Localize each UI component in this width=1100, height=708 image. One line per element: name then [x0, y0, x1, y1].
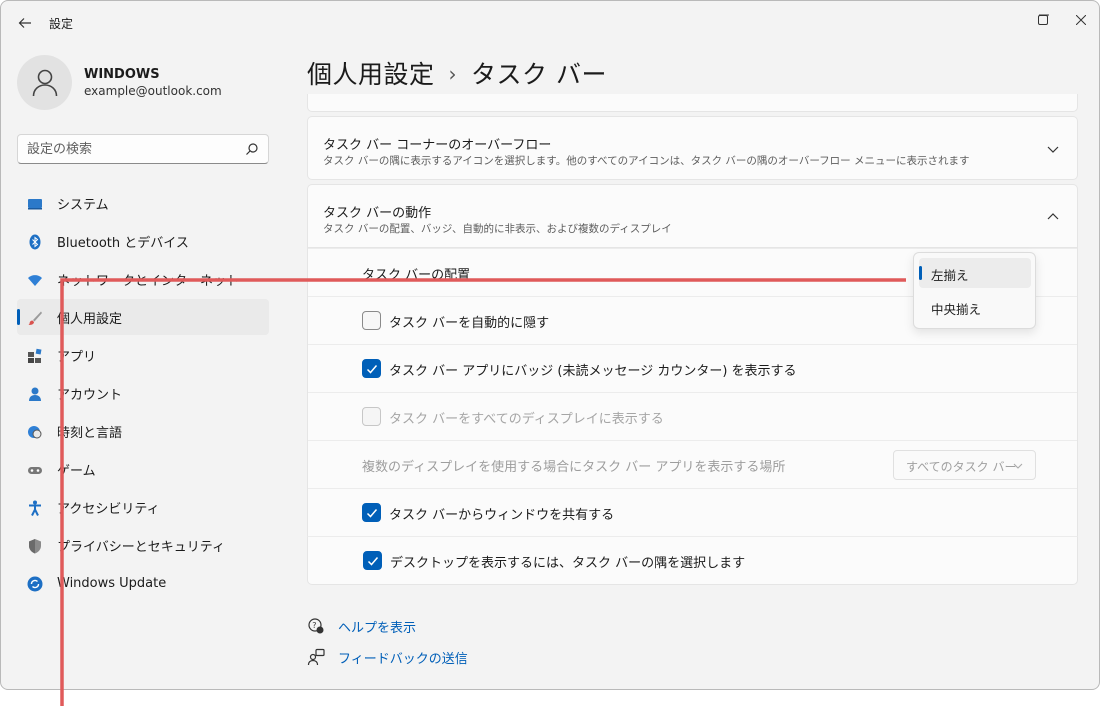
badges-row: タスク バー アプリにバッジ (未読メッセージ カウンター) を表示する	[307, 344, 1078, 392]
alignment-option-label: 左揃え	[931, 268, 969, 283]
card-border-left	[307, 248, 308, 536]
show-desktop-row: デスクトップを表示するには、タスク バーの隅を選択します	[307, 536, 1078, 585]
windows-update-icon	[27, 576, 43, 592]
badges-checkbox[interactable]	[362, 359, 381, 378]
help-link-text[interactable]: ヘルプを表示	[338, 617, 416, 636]
checkmark-icon	[367, 557, 379, 566]
checkmark-icon	[366, 509, 378, 518]
checkmark-icon	[366, 365, 378, 374]
search-box[interactable]	[17, 134, 269, 164]
settings-window: 設定 WINDOWS example@outlook.com システム	[0, 0, 1100, 690]
feedback-link[interactable]: フィードバックの送信	[307, 646, 468, 668]
system-icon	[28, 199, 42, 210]
feedback-link-text[interactable]: フィードバックの送信	[338, 648, 468, 667]
title-bar: 設定	[1, 1, 1099, 45]
sidebar-item-label: Bluetooth とデバイス	[57, 235, 189, 251]
overflow-card[interactable]: タスク バー コーナーのオーバーフロー タスク バーの隅に表示するアイコンを選択…	[307, 116, 1078, 180]
sidebar-item-label: アプリ	[57, 349, 97, 365]
search-icon[interactable]	[245, 142, 259, 156]
all-displays-checkbox	[362, 407, 381, 426]
sidebar-item-apps[interactable]: アプリ	[17, 337, 269, 373]
chevron-down-icon[interactable]	[1047, 143, 1059, 155]
time-language-icon	[28, 426, 42, 439]
behavior-card[interactable]: タスク バーの動作 タスク バーの配置、バッジ、自動的に非表示、および複数のディ…	[307, 184, 1078, 248]
alignment-option-center[interactable]: 中央揃え	[919, 292, 1031, 322]
sidebar-item-label: システム	[57, 197, 109, 213]
close-icon[interactable]	[1075, 10, 1087, 29]
alignment-label: タスク バーの配置	[362, 268, 471, 283]
badges-label: タスク バー アプリにバッジ (未読メッセージ カウンター) を表示する	[389, 364, 797, 379]
sidebar-item-label: アクセシビリティ	[57, 501, 160, 517]
sidebar-nav: システム Bluetooth とデバイス ネットワークとインターネット 個人用設…	[17, 185, 269, 603]
breadcrumb-parent[interactable]: 個人用設定	[307, 60, 435, 89]
accessibility-icon	[29, 500, 41, 516]
page-title: タスク バー	[471, 60, 607, 89]
sidebar-item-account[interactable]: アカウント	[17, 375, 269, 411]
feedback-icon	[307, 648, 325, 666]
sidebar-item-label: ネットワークとインターネット	[57, 273, 240, 289]
behavior-card-desc: タスク バーの配置、バッジ、自動的に非表示、および複数のディスプレイ	[323, 223, 672, 235]
share-window-checkbox[interactable]	[362, 503, 381, 522]
chevron-down-icon	[1013, 463, 1023, 469]
alignment-dropdown-popup: 左揃え 中央揃え	[913, 252, 1036, 329]
alignment-option-left[interactable]: 左揃え	[919, 258, 1031, 288]
sidebar-item-label: 個人用設定	[57, 311, 123, 327]
avatar[interactable]	[17, 55, 72, 110]
help-icon: ?	[308, 618, 324, 634]
behavior-card-title: タスク バーの動作	[323, 206, 432, 221]
search-input[interactable]	[18, 135, 228, 163]
share-window-label: タスク バーからウィンドウを共有する	[389, 508, 615, 523]
user-name: WINDOWS	[84, 67, 160, 82]
alignment-option-label: 中央揃え	[931, 302, 982, 317]
sidebar-item-personalization[interactable]: 個人用設定	[17, 299, 269, 335]
apps-icon	[28, 348, 42, 363]
maximize-icon[interactable]	[1038, 10, 1048, 29]
breadcrumb: 個人用設定 › タスク バー	[307, 55, 607, 91]
privacy-icon	[29, 539, 41, 554]
multi-display-value: すべてのタスク バー	[906, 460, 1017, 474]
previous-card	[307, 94, 1078, 112]
autohide-checkbox[interactable]	[362, 311, 381, 330]
overflow-card-desc: タスク バーの隅に表示するアイコンを選択します。他のすべてのアイコンは、タスク …	[323, 155, 970, 167]
back-arrow-icon	[18, 18, 31, 28]
sidebar-item-gaming[interactable]: ゲーム	[17, 451, 269, 487]
svg-text:?: ?	[312, 621, 316, 630]
sidebar-item-label: プライバシーとセキュリティ	[57, 539, 225, 555]
sidebar-item-bluetooth[interactable]: Bluetooth とデバイス	[17, 223, 269, 259]
sidebar-item-windows-update[interactable]: Windows Update	[17, 565, 269, 601]
all-displays-row: タスク バーをすべてのディスプレイに表示する	[307, 392, 1078, 440]
sidebar-item-accessibility[interactable]: アクセシビリティ	[17, 489, 269, 525]
sidebar-item-privacy[interactable]: プライバシーとセキュリティ	[17, 527, 269, 563]
user-icon	[32, 69, 57, 96]
bluetooth-icon	[29, 234, 41, 250]
personalization-icon	[28, 311, 42, 325]
sidebar-item-label: 時刻と言語	[57, 425, 123, 441]
all-displays-label: タスク バーをすべてのディスプレイに表示する	[389, 412, 664, 427]
share-window-row: タスク バーからウィンドウを共有する	[307, 488, 1078, 536]
user-email: example@outlook.com	[84, 84, 222, 98]
back-button[interactable]	[13, 11, 37, 35]
sidebar-item-label: Windows Update	[57, 575, 167, 591]
network-icon	[28, 275, 42, 286]
show-desktop-checkbox[interactable]	[363, 551, 382, 570]
sidebar-item-network[interactable]: ネットワークとインターネット	[17, 261, 269, 297]
gaming-icon	[28, 467, 42, 474]
multi-display-row: 複数のディスプレイを使用する場合にタスク バー アプリを表示する場所 すべてのタ…	[307, 440, 1078, 488]
sidebar-item-system[interactable]: システム	[17, 185, 269, 221]
card-border-right	[1077, 248, 1078, 536]
sidebar-item-label: ゲーム	[57, 463, 96, 479]
show-desktop-label: デスクトップを表示するには、タスク バーの隅を選択します	[390, 556, 746, 571]
overflow-card-title: タスク バー コーナーのオーバーフロー	[323, 138, 552, 153]
sidebar-item-time-language[interactable]: 時刻と言語	[17, 413, 269, 449]
chevron-up-icon[interactable]	[1047, 211, 1059, 223]
sidebar-item-label: アカウント	[57, 387, 123, 403]
app-title: 設定	[49, 17, 74, 31]
help-link[interactable]: ? ヘルプを表示	[307, 615, 416, 637]
account-icon	[29, 387, 41, 401]
multi-display-label: 複数のディスプレイを使用する場合にタスク バー アプリを表示する場所	[362, 460, 786, 475]
autohide-label: タスク バーを自動的に隠す	[389, 316, 550, 331]
multi-display-dropdown: すべてのタスク バー	[893, 450, 1036, 480]
breadcrumb-separator: ›	[448, 62, 458, 86]
